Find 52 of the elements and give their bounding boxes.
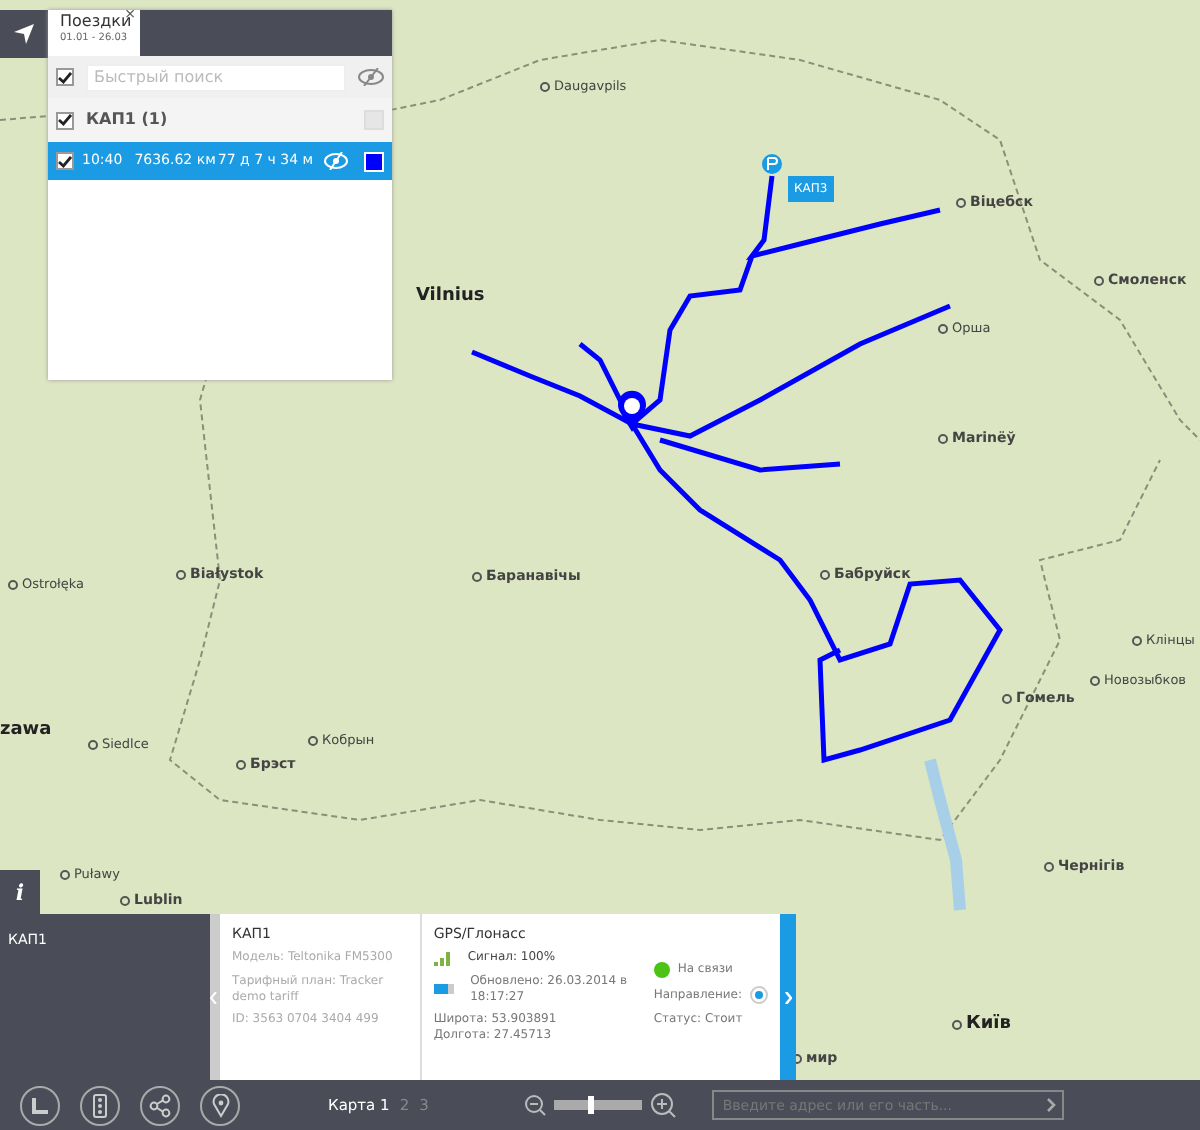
group-checkbox[interactable] (56, 111, 74, 129)
share-icon (148, 1093, 172, 1117)
zoom-handle[interactable] (587, 1096, 594, 1114)
place-dot-icon (1094, 276, 1104, 286)
zoom-in-icon[interactable] (650, 1092, 677, 1118)
quick-search-field[interactable]: Быстрый поиск (86, 63, 346, 91)
place-dot-icon (60, 870, 70, 880)
place-dot-icon (952, 1020, 962, 1030)
trip-checkbox[interactable] (56, 152, 74, 170)
zoom-out-icon[interactable] (524, 1094, 547, 1116)
select-all-checkbox[interactable] (56, 68, 74, 86)
axes-icon (30, 1095, 50, 1115)
place-dot-icon (1132, 636, 1142, 646)
share-button[interactable] (140, 1085, 180, 1125)
tab-title: Поездки (60, 14, 132, 32)
place-dot-icon (120, 896, 130, 906)
place-dot-icon (88, 740, 98, 750)
chevron-right-icon[interactable] (1046, 1098, 1057, 1112)
place-dot-icon (956, 198, 966, 208)
location-button[interactable] (200, 1085, 240, 1125)
place-dot-icon (176, 570, 186, 580)
place-dot-icon (1044, 862, 1054, 872)
place-dot-icon (938, 434, 948, 444)
vehicle-marker-icon[interactable] (618, 390, 646, 432)
eye-slash-icon[interactable] (358, 68, 384, 86)
info-button[interactable]: i (0, 870, 40, 914)
place-dot-icon (236, 760, 246, 770)
traffic-light-icon (92, 1093, 108, 1117)
place-dot-icon (938, 324, 948, 334)
compass-icon (750, 986, 769, 1005)
signal-bars-icon (433, 950, 452, 967)
locate-button[interactable] (0, 10, 48, 58)
group-name: КАП1 (1) (86, 108, 168, 132)
chart-button[interactable] (20, 1085, 60, 1125)
place-dot-icon (308, 736, 318, 746)
trip-color-swatch[interactable] (364, 151, 384, 171)
traffic-button[interactable] (80, 1085, 120, 1125)
place-dot-icon (8, 580, 18, 590)
parking-marker-icon[interactable] (762, 154, 782, 174)
place-dot-icon (540, 82, 550, 92)
place-dot-icon (1090, 676, 1100, 686)
map-pin-icon (211, 1093, 229, 1117)
navigation-arrow-icon (12, 22, 36, 46)
chevron-right-icon (784, 991, 792, 1003)
place-label: zawa (0, 722, 52, 740)
battery-icon (433, 984, 455, 995)
place-dot-icon (472, 572, 482, 582)
place-label: Київ (952, 1016, 1011, 1034)
place-dot-icon (1002, 694, 1012, 704)
place-dot-icon (820, 570, 830, 580)
place-label: Vilnius (416, 288, 485, 306)
zoom-slider[interactable] (554, 1100, 643, 1110)
